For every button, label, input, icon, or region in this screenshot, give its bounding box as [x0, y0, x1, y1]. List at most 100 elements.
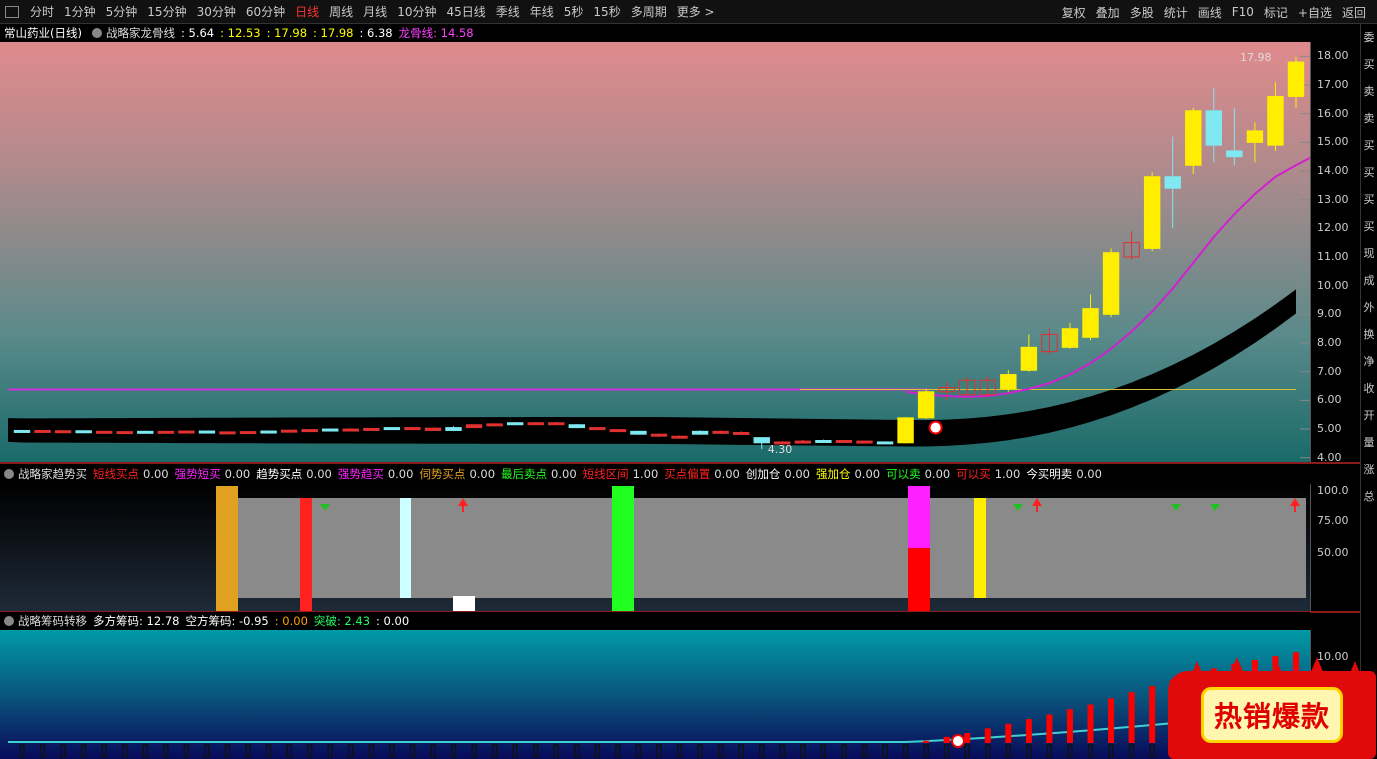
period-tab[interactable]: 更多 > — [672, 3, 720, 20]
candle-body — [239, 431, 257, 435]
candlestick-panel[interactable]: 17.98 4.30 — [0, 42, 1310, 462]
signal-bar — [908, 548, 930, 611]
chip-baseline-box — [471, 744, 477, 758]
indicator-value: : 17.98 — [266, 26, 308, 40]
chip-baseline-box — [286, 744, 292, 758]
indicator-name[interactable]: 战略家龙骨线 — [106, 25, 175, 41]
chip-baseline-box — [204, 744, 210, 758]
toolbar-button[interactable]: 画线 — [1193, 4, 1227, 21]
candle-body — [527, 422, 544, 426]
candle-body — [876, 441, 894, 445]
chip-bar — [1149, 686, 1156, 743]
quote-field-label: 外 — [1363, 301, 1375, 314]
trend-signal-label: 趋势买点 — [256, 467, 303, 481]
chip-baseline-box — [163, 744, 169, 758]
chip-baseline-box — [985, 744, 991, 758]
period-tab[interactable]: 30分钟 — [192, 3, 241, 20]
settings-icon[interactable] — [4, 616, 14, 626]
long-chip-value: : 12.78 — [139, 614, 180, 628]
trend-signal-value: 0.00 — [714, 467, 740, 481]
chip-buy-marker — [951, 734, 965, 748]
quote-sidebar[interactable]: 委买卖卖买买买买现成外换净收开量涨总 — [1360, 24, 1377, 759]
quote-field-label: 买 — [1363, 166, 1375, 179]
period-tab[interactable]: 45日线 — [441, 3, 490, 20]
toolbar-button[interactable]: 多股 — [1125, 4, 1159, 21]
candle-body — [137, 430, 154, 434]
settings-icon[interactable] — [4, 469, 14, 479]
period-tab[interactable]: 周线 — [324, 3, 358, 20]
candle-body — [157, 430, 175, 434]
toolbar-button[interactable]: F10 — [1227, 5, 1259, 19]
chip-indicator-name[interactable]: 战略筹码转移 — [18, 613, 87, 629]
chip-baseline-box — [1128, 744, 1135, 758]
signal-bar — [216, 486, 238, 611]
candle-body — [897, 417, 914, 444]
period-toolbar: 分时 1分钟 5分钟 15分钟 30分钟 60分钟 日线 周线 月线 10分钟 45日线 季线 年线 5秒… — [0, 0, 1377, 24]
stock-name: 常山药业(日线) — [4, 26, 82, 40]
period-tab[interactable]: 年线 — [525, 3, 559, 20]
candlestick-chart: 17.98 4.30 — [8, 51, 1310, 459]
trend-signal-label: 今买明卖 — [1026, 467, 1073, 481]
toolbar-button[interactable]: +自选 — [1293, 4, 1337, 21]
price-tick-label: 18.00 — [1317, 49, 1349, 63]
badge-text: 热销爆款 — [1200, 687, 1343, 743]
trend-indicator-name[interactable]: 战略家趋势买 — [18, 466, 87, 482]
indicator-value: : 12.53 — [220, 26, 261, 40]
candle-body — [1082, 308, 1099, 338]
trend-signal-value: 1.00 — [632, 467, 659, 481]
price-tick-label: 12.00 — [1317, 221, 1349, 235]
candle-body — [178, 430, 195, 434]
trend-tick-label: 75.00 — [1317, 514, 1349, 527]
period-tab[interactable]: 5秒 — [559, 3, 589, 20]
period-tab[interactable]: 15分钟 — [142, 3, 191, 20]
hot-sale-badge[interactable]: 热销爆款 — [1168, 657, 1376, 759]
layout-icon[interactable] — [5, 5, 19, 18]
toolbar-button[interactable]: 标记 — [1259, 4, 1293, 21]
toolbar-button[interactable]: 叠加 — [1091, 4, 1125, 21]
trend-tick-label: 100.0 — [1317, 484, 1349, 497]
chip-bar — [1025, 719, 1032, 743]
period-tab[interactable]: 15秒 — [588, 3, 625, 20]
candle-body — [486, 423, 503, 427]
panel-divider[interactable] — [0, 462, 1360, 464]
candle-body — [815, 439, 832, 443]
chip-transfer-panel[interactable] — [0, 630, 1310, 759]
period-tab[interactable]: 季线 — [491, 3, 525, 20]
chip-baseline-box — [39, 744, 46, 758]
period-tab[interactable]: 60分钟 — [241, 3, 290, 20]
trend-signal-value: 0.00 — [143, 467, 169, 481]
toolbar-button[interactable]: 统计 — [1159, 4, 1193, 21]
signal-bar — [612, 486, 634, 611]
trend-signal-label: 创加仓 — [745, 467, 781, 481]
candle-body — [794, 440, 812, 444]
quote-field-label: 买 — [1363, 193, 1375, 206]
chip-bar — [1046, 714, 1053, 743]
period-tab[interactable]: 日线 — [290, 3, 324, 20]
period-tab[interactable]: 月线 — [358, 3, 392, 20]
price-tick-label: 15.00 — [1317, 135, 1349, 149]
quote-field-label: 现 — [1363, 247, 1375, 260]
toolbar-button[interactable]: 返回 — [1337, 4, 1371, 21]
period-tab[interactable]: 分时 — [25, 3, 59, 20]
buy-marker — [928, 420, 943, 435]
trend-zone — [238, 498, 1306, 598]
price-axis: 18.00 17.00 16.00 15.00 14.00 13.00 12.00 11.00… — [1310, 42, 1360, 464]
period-tab[interactable]: 多周期 — [626, 3, 672, 20]
period-tab[interactable]: 1分钟 — [59, 3, 101, 20]
quote-field-label: 总 — [1363, 490, 1375, 503]
chip-baseline-box — [676, 744, 683, 758]
chip-panel-title: 战略筹码转移 多方筹码 : 12.78 空方筹码 : -0.95 : 0.00 … — [0, 612, 1310, 630]
period-tab[interactable]: 10分钟 — [392, 3, 441, 20]
candle-body — [404, 427, 421, 431]
indicator-value: : 6.38 — [359, 26, 393, 40]
chip-bar — [984, 728, 991, 743]
chip-baseline-box — [450, 744, 457, 758]
candle-body — [219, 431, 236, 435]
toolbar-button[interactable]: 复权 — [1057, 4, 1091, 21]
chip-baseline-box — [902, 744, 909, 758]
period-tab[interactable]: 5分钟 — [101, 3, 143, 20]
trend-signal-panel[interactable] — [0, 484, 1310, 611]
candle-body — [13, 429, 31, 433]
short-chip-label: 空方筹码 — [185, 614, 232, 628]
settings-icon[interactable] — [91, 28, 102, 38]
